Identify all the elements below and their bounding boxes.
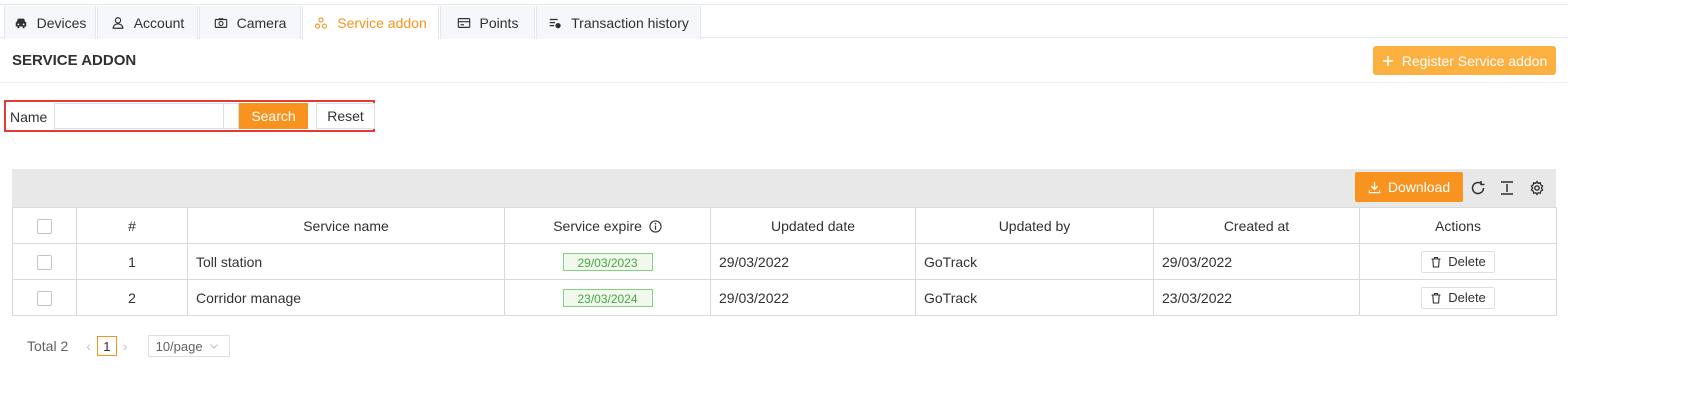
row-actions-cell: Delete (1359, 279, 1557, 316)
pagination: Total 2 ‹ 1 › 10/page (27, 335, 230, 357)
history-icon (549, 18, 561, 28)
row-updated-date: 29/03/2022 (710, 243, 916, 280)
row-select-cell (12, 279, 77, 316)
user-icon (112, 16, 124, 29)
name-label: Name (10, 109, 48, 125)
delete-label: Delete (1448, 290, 1486, 305)
col-service-expire-header[interactable]: Service expire (504, 207, 711, 244)
select-all-cell (12, 207, 77, 244)
settings-icon[interactable] (1529, 180, 1545, 196)
service-addon-table: # Service name Service expire Updated da… (12, 207, 1557, 316)
tab-transaction-history[interactable]: Transaction history (536, 6, 701, 39)
row-service-name: Toll station (187, 243, 505, 280)
row-checkbox[interactable] (37, 290, 52, 306)
download-icon (1368, 181, 1381, 193)
prev-page-icon[interactable]: ‹ (86, 338, 91, 354)
col-updated-by-header[interactable]: Updated by (915, 207, 1154, 244)
tab-label: Service addon (337, 15, 427, 31)
select-all-checkbox[interactable] (37, 218, 52, 234)
tab-label: Devices (36, 14, 87, 31)
tab-devices[interactable]: Devices (4, 6, 96, 39)
camera-icon (214, 17, 227, 28)
addon-icon (315, 17, 328, 29)
page-size-value: 10/page (155, 338, 203, 354)
col-created-at-header[interactable]: Created at (1153, 207, 1360, 244)
table-toolbar: Download (12, 169, 1556, 207)
row-service-expire-cell: 23/03/2024 (504, 279, 711, 316)
row-checkbox[interactable] (37, 254, 52, 270)
table-header-row: # Service name Service expire Updated da… (12, 207, 1557, 244)
search-form: Name Search Reset (4, 100, 375, 132)
refresh-icon[interactable] (1470, 180, 1486, 196)
row-updated-by: GoTrack (915, 279, 1154, 316)
register-service-addon-button[interactable]: Register Service addon (1373, 46, 1556, 75)
row-service-expire-cell: 29/03/2023 (504, 243, 711, 280)
next-page-icon[interactable]: › (123, 338, 128, 354)
page-size-select[interactable]: 10/page (147, 335, 230, 357)
column-height-icon[interactable] (1499, 180, 1515, 196)
tab-label: Account (133, 14, 185, 31)
delete-button[interactable]: Delete (1421, 250, 1495, 273)
trash-icon (1431, 292, 1441, 304)
name-input[interactable] (54, 103, 239, 129)
col-actions-header: Actions (1359, 207, 1557, 244)
search-button[interactable]: Search (239, 103, 308, 129)
plus-icon (1382, 55, 1393, 66)
row-actions-cell: Delete (1359, 243, 1557, 280)
delete-label: Delete (1448, 254, 1486, 269)
current-page-button[interactable]: 1 (96, 336, 117, 356)
expire-date-badge: 23/03/2024 (562, 288, 653, 307)
car-icon (15, 18, 26, 28)
page-header: SERVICE ADDON Register Service addon (0, 38, 1568, 83)
download-label: Download (1387, 179, 1451, 195)
row-index: 1 (76, 243, 188, 280)
reset-button[interactable]: Reset (316, 103, 375, 129)
tab-label: Points (479, 14, 519, 31)
table-row: 2 Corridor manage 23/03/2024 29/03/2022 … (12, 279, 1557, 316)
tab-camera[interactable]: Camera (199, 6, 301, 39)
tab-label: Transaction history (571, 14, 689, 31)
row-updated-by: GoTrack (915, 243, 1154, 280)
col-service-name-header[interactable]: Service name (187, 207, 505, 244)
service-expire-label: Service expire (553, 217, 642, 234)
col-updated-date-header[interactable]: Updated date (710, 207, 916, 244)
row-created-at: 23/03/2022 (1153, 279, 1360, 316)
total-count: Total 2 (27, 338, 69, 354)
register-button-label: Register Service addon (1401, 52, 1548, 69)
download-button[interactable]: Download (1355, 172, 1463, 202)
tab-bar: Devices Account Camera Service addon Poi… (0, 4, 1568, 40)
info-icon[interactable] (649, 219, 662, 233)
table-row: 1 Toll station 29/03/2023 29/03/2022 GoT… (12, 243, 1557, 280)
row-service-name: Corridor manage (187, 279, 505, 316)
tab-points[interactable]: Points (440, 6, 535, 39)
trash-icon (1431, 256, 1441, 268)
row-created-at: 29/03/2022 (1153, 243, 1360, 280)
chevron-down-icon (209, 344, 218, 349)
row-updated-date: 29/03/2022 (710, 279, 916, 316)
page-title: SERVICE ADDON (12, 52, 137, 69)
col-index-header: # (76, 207, 188, 244)
card-icon (457, 17, 470, 28)
row-select-cell (12, 243, 77, 280)
delete-button[interactable]: Delete (1421, 286, 1495, 309)
tab-service-addon[interactable]: Service addon (302, 6, 439, 40)
row-index: 2 (76, 279, 188, 316)
tab-account[interactable]: Account (97, 6, 198, 39)
tab-label: Camera (236, 14, 287, 31)
expire-date-badge: 29/03/2023 (562, 252, 653, 271)
